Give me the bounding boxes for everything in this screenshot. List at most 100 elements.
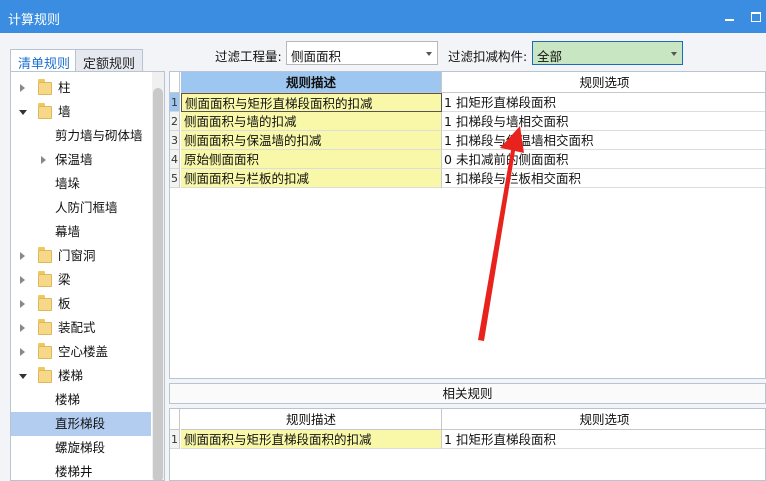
component-tree: 柱 墙 剪力墙与砌体墙 保温墙 墙垛 人防门框墙 幕墙 门窗洞 梁 板 装配式 xyxy=(10,71,165,481)
grid-corner xyxy=(170,72,180,93)
rule-option-cell[interactable]: 1 扣梯段与栏板相交面积 xyxy=(442,169,765,188)
expand-icon[interactable] xyxy=(20,252,25,260)
option-code: 1 xyxy=(444,432,452,447)
rule-option-cell[interactable]: 1 扣梯段与保温墙相交面积 xyxy=(442,131,765,150)
table-row[interactable]: 5 侧面面积与栏板的扣减 1 扣梯段与栏板相交面积 xyxy=(170,169,765,188)
folder-icon xyxy=(38,79,52,95)
tree-item-label: 空心楼盖 xyxy=(58,344,109,359)
rule-option-cell[interactable]: 1 扣矩形直梯段面积 xyxy=(442,93,765,112)
tree-item-straight-flight[interactable]: 直形梯段 xyxy=(11,412,151,436)
related-rules-bar: 相关规则 xyxy=(169,383,766,404)
tree-item-label: 螺旋梯段 xyxy=(55,440,106,455)
table-row[interactable]: 1 侧面面积与矩形直梯段面积的扣减 1 扣矩形直梯段面积 xyxy=(170,430,765,449)
tree-item-prefabricated[interactable]: 装配式 xyxy=(11,316,152,340)
rule-description-cell[interactable]: 侧面面积与栏板的扣减 xyxy=(181,169,442,188)
rule-option-cell[interactable]: 1 扣梯段与墙相交面积 xyxy=(442,112,765,131)
option-text: 扣矩形直梯段面积 xyxy=(456,95,557,110)
expand-icon[interactable] xyxy=(20,324,25,332)
row-number: 2 xyxy=(170,112,180,131)
option-text: 扣矩形直梯段面积 xyxy=(456,432,557,447)
filter-deduct-value: 全部 xyxy=(537,49,563,64)
option-text: 扣梯段与墙相交面积 xyxy=(456,114,569,129)
option-code: 1 xyxy=(444,114,452,129)
rule-description-cell[interactable]: 侧面面积与保温墙的扣减 xyxy=(181,131,442,150)
header-rule-description[interactable]: 规则描述 xyxy=(181,409,442,430)
tree-item-label: 门窗洞 xyxy=(58,248,96,263)
tree-item-label: 直形梯段 xyxy=(55,416,106,431)
tree-item-civil-defense-door-wall[interactable]: 人防门框墙 xyxy=(11,196,152,220)
tree-item-shear-wall[interactable]: 剪力墙与砌体墙 xyxy=(11,124,152,148)
rule-description-cell[interactable]: 侧面面积与墙的扣减 xyxy=(181,112,442,131)
header-rule-option[interactable]: 规则选项 xyxy=(442,409,765,430)
tree-item-label: 柱 xyxy=(58,80,71,95)
scrollbar-thumb[interactable] xyxy=(153,88,163,480)
tree-item-stairs-child[interactable]: 楼梯 xyxy=(11,388,152,412)
table-row[interactable]: 3 侧面面积与保温墙的扣减 1 扣梯段与保温墙相交面积 xyxy=(170,131,765,150)
tree-item-column[interactable]: 柱 xyxy=(11,76,152,100)
filter-quantity-label: 过滤工程量: xyxy=(215,49,282,64)
tree-item-stairs[interactable]: 楼梯 xyxy=(11,364,152,388)
folder-icon xyxy=(38,319,52,335)
tree-item-wall-pier[interactable]: 墙垛 xyxy=(11,172,152,196)
folder-icon xyxy=(38,271,52,287)
rule-option-cell[interactable]: 0 未扣减前的侧面面积 xyxy=(442,150,765,169)
filter-quantity-select[interactable]: 侧面面积 xyxy=(286,41,438,65)
row-number: 1 xyxy=(170,93,180,112)
header-rule-option[interactable]: 规则选项 xyxy=(442,72,765,93)
table-row[interactable]: 2 侧面面积与墙的扣减 1 扣梯段与墙相交面积 xyxy=(170,112,765,131)
tree-item-wall[interactable]: 墙 xyxy=(11,100,152,124)
tree-item-beam[interactable]: 梁 xyxy=(11,268,152,292)
filter-deduct-select[interactable]: 全部 xyxy=(532,41,683,65)
filter-quantity-value: 侧面面积 xyxy=(291,49,342,64)
tree-item-label: 梁 xyxy=(58,272,71,287)
tree-item-curtain-wall[interactable]: 幕墙 xyxy=(11,220,152,244)
tree-scrollbar[interactable] xyxy=(152,72,164,480)
table-row[interactable]: 4 原始侧面面积 0 未扣减前的侧面面积 xyxy=(170,150,765,169)
folder-icon xyxy=(38,367,52,383)
tree-item-stairwell[interactable]: 楼梯井 xyxy=(11,460,152,480)
collapse-icon[interactable] xyxy=(19,110,27,115)
collapse-icon[interactable] xyxy=(19,374,27,379)
header-rule-description[interactable]: 规则描述 xyxy=(181,72,442,93)
minimize-icon[interactable] xyxy=(724,10,736,22)
expand-icon[interactable] xyxy=(20,276,25,284)
rule-description-cell[interactable]: 原始侧面面积 xyxy=(181,150,442,169)
tab-list-rules[interactable]: 清单规则 xyxy=(10,49,79,72)
folder-icon xyxy=(38,295,52,311)
tree-item-spiral-flight[interactable]: 螺旋梯段 xyxy=(11,436,152,460)
option-text: 未扣减前的侧面面积 xyxy=(456,152,569,167)
tree-item-label: 装配式 xyxy=(58,320,96,335)
title-bar: 计算规则 xyxy=(0,0,766,33)
folder-icon xyxy=(38,103,52,119)
rule-option-cell[interactable]: 1 扣矩形直梯段面积 xyxy=(442,430,765,449)
tree-item-hollow-floor[interactable]: 空心楼盖 xyxy=(11,340,152,364)
tree-item-insulation-wall[interactable]: 保温墙 xyxy=(11,148,152,172)
option-code: 1 xyxy=(444,133,452,148)
chevron-down-icon xyxy=(671,52,677,56)
tree-item-label: 人防门框墙 xyxy=(55,200,118,215)
maximize-icon[interactable] xyxy=(750,10,762,22)
tree-item-label: 剪力墙与砌体墙 xyxy=(55,128,143,143)
tree-item-label: 保温墙 xyxy=(55,152,93,167)
folder-icon xyxy=(38,247,52,263)
expand-icon[interactable] xyxy=(20,300,25,308)
folder-icon xyxy=(38,343,52,359)
tab-quota-rules[interactable]: 定额规则 xyxy=(75,49,144,72)
tree-item-slab[interactable]: 板 xyxy=(11,292,152,316)
option-text: 扣梯段与保温墙相交面积 xyxy=(456,133,594,148)
grid-corner xyxy=(170,409,180,430)
rule-description-cell[interactable]: 侧面面积与矩形直梯段面积的扣减 xyxy=(181,430,442,449)
option-text: 扣梯段与栏板相交面积 xyxy=(456,171,582,186)
expand-icon[interactable] xyxy=(20,348,25,356)
expand-icon[interactable] xyxy=(41,156,46,164)
tree-item-label: 楼梯 xyxy=(58,368,84,383)
table-row[interactable]: 1 侧面面积与矩形直梯段面积的扣减 1 扣矩形直梯段面积 xyxy=(170,93,765,112)
row-number: 4 xyxy=(170,150,180,169)
expand-icon[interactable] xyxy=(20,84,25,92)
related-rules-grid: 规则描述 规则选项 1 侧面面积与矩形直梯段面积的扣减 1 扣矩形直梯段面积 xyxy=(169,408,766,481)
option-code: 0 xyxy=(444,152,452,167)
option-code: 1 xyxy=(444,95,452,110)
tree-item-label: 板 xyxy=(58,296,71,311)
rule-description-cell[interactable]: 侧面面积与矩形直梯段面积的扣减 xyxy=(181,93,442,112)
tree-item-door-window-opening[interactable]: 门窗洞 xyxy=(11,244,152,268)
